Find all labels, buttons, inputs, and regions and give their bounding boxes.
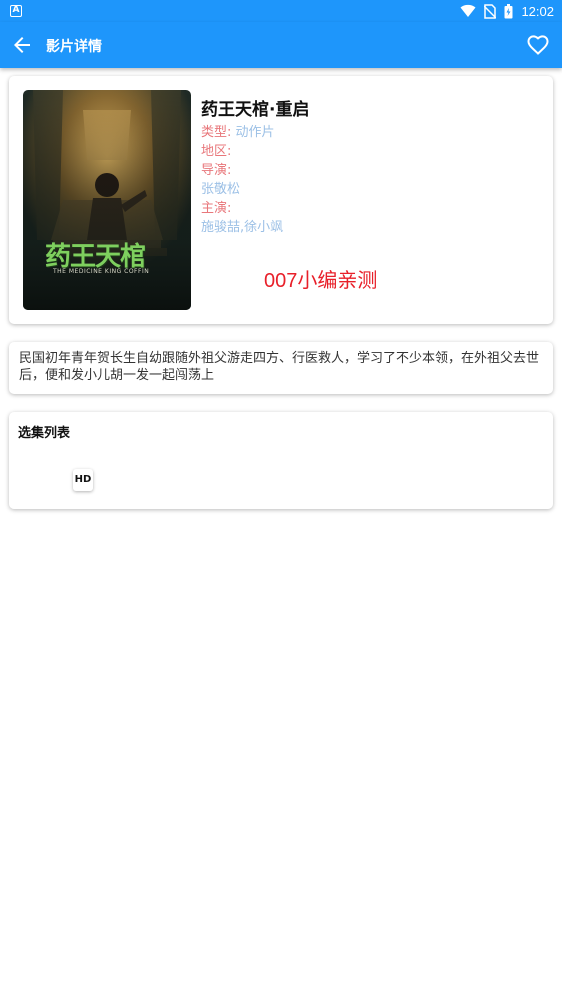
episode-list-card: 选集列表 HD [9,412,553,509]
status-bar: A 12:02 [0,0,562,22]
director-value-row: 张敬松 [201,180,541,199]
battery-icon [504,3,513,18]
cast-label: 主演: [201,201,232,216]
no-sim-icon [484,3,497,19]
poster-subtitle: THE MEDICINE KING COFFIN [53,268,150,275]
status-time: 12:02 [521,3,554,19]
episode-list-title: 选集列表 [18,426,71,441]
episode-chip-hd[interactable]: HD [73,469,93,491]
heart-icon[interactable] [526,33,550,57]
director-label-row: 导演: [201,161,541,180]
synopsis-text: 民国初年青年贺长生自幼跟随外祖父游走四方、行医救人，学习了不少本领，在外祖父去世… [19,351,540,383]
app-bar: 影片详情 [0,22,562,68]
cast-label-row: 主演: [201,199,541,218]
type-row: 类型: 动作片 [201,123,541,142]
cast-value: 施骏喆,徐小飒 [201,220,284,235]
promo-text: 007小编亲测 [264,270,378,292]
wifi-icon [460,4,476,17]
back-arrow-icon[interactable] [10,33,34,57]
director-label: 导演: [201,163,232,178]
movie-meta: 药王天棺·重启 类型: 动作片 地区: 导演: 张敬松 主演: 施骏喆,徐小飒 [201,98,541,237]
synopsis-card: 民国初年青年贺长生自幼跟随外祖父游走四方、行医救人，学习了不少本领，在外祖父去世… [9,342,553,394]
movie-info-card: 药王天棺 THE MEDICINE KING COFFIN 药王天棺·重启 类型… [9,76,553,324]
type-label: 类型: [201,125,232,140]
movie-title: 药王天棺·重启 [201,100,310,120]
cast-value-row: 施骏喆,徐小飒 [201,218,541,237]
movie-poster[interactable]: 药王天棺 THE MEDICINE KING COFFIN [23,90,191,310]
director-value: 张敬松 [201,182,241,197]
app-notification-icon: A [10,5,22,17]
status-icons: 12:02 [460,3,554,19]
type-value: 动作片 [235,125,275,140]
page-title: 影片详情 [46,39,102,55]
region-row: 地区: [201,142,541,161]
region-label: 地区: [201,144,232,159]
